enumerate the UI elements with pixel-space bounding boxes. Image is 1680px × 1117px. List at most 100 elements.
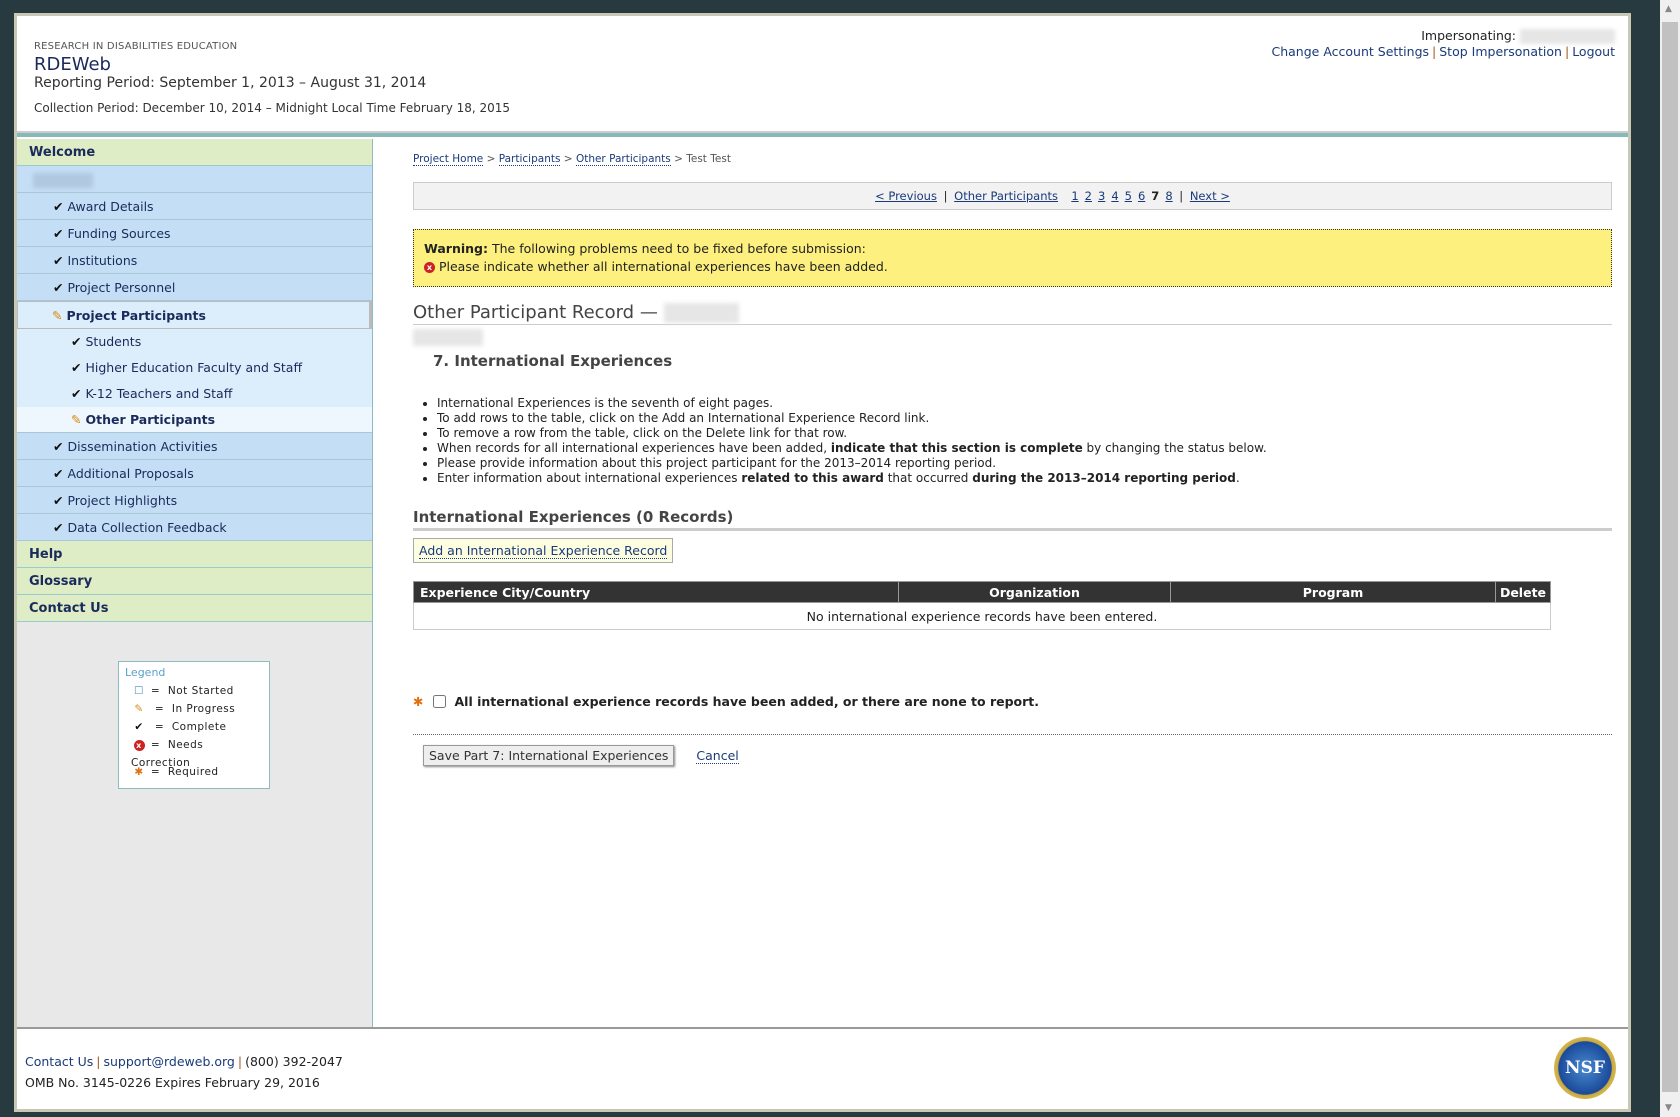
sidebar-item-institutions[interactable]: ✔ Institutions	[17, 247, 372, 274]
check-icon: ✔	[71, 386, 82, 401]
support-email-link[interactable]: support@rdeweb.org	[104, 1054, 235, 1069]
warning-box: Warning: The following problems need to …	[413, 229, 1612, 287]
pencil-icon: ✎	[52, 308, 63, 323]
check-icon: ✔	[53, 253, 64, 268]
main-content: Project Home > Participants > Other Part…	[373, 139, 1628, 1027]
instruction: Please provide information about this pr…	[437, 456, 1612, 471]
empty-message: No international experience records have…	[413, 602, 1551, 630]
save-button[interactable]: Save Part 7: International Experiences	[423, 745, 675, 766]
legend-item: ✔ = Complete	[125, 718, 263, 736]
column-header: Program	[1170, 581, 1496, 603]
nsf-logo: NSF	[1554, 1037, 1616, 1099]
sidebar-item-help[interactable]: Help	[17, 541, 372, 568]
sidebar-item-award[interactable]	[17, 166, 372, 193]
sidebar-item-glossary[interactable]: Glossary	[17, 568, 372, 595]
breadcrumb-project-home[interactable]: Project Home	[413, 153, 484, 166]
instructions-list: International Experiences is the seventh…	[437, 396, 1612, 486]
sidebar-item-k12[interactable]: ✔ K-12 Teachers and Staff	[17, 381, 372, 407]
required-icon: ✱	[134, 766, 144, 778]
previous-link[interactable]: < Previous	[875, 189, 937, 203]
page-link-6[interactable]: 6	[1138, 189, 1145, 203]
instruction: International Experiences is the seventh…	[437, 396, 1612, 411]
instruction: Enter information about international ex…	[437, 471, 1612, 486]
phone: (800) 392-2047	[245, 1054, 343, 1069]
sidebar-item-project-participants[interactable]: ✎ Project Participants	[17, 301, 372, 329]
pencil-icon: ✎	[134, 703, 144, 715]
next-link[interactable]: Next >	[1190, 189, 1230, 203]
breadcrumb-participants[interactable]: Participants	[498, 153, 561, 166]
legend-item: x = Needs Correction	[125, 736, 263, 769]
sidebar-item-project-personnel[interactable]: ✔ Project Personnel	[17, 274, 372, 301]
column-header: Experience City/Country	[413, 581, 899, 603]
logout-link[interactable]: Logout	[1572, 44, 1615, 59]
sidebar-item-funding-sources[interactable]: ✔ Funding Sources	[17, 220, 372, 247]
table-title: International Experiences (0 Records)	[413, 508, 1612, 531]
check-icon: ✔	[134, 721, 144, 733]
add-record-button[interactable]: Add an International Experience Record	[413, 538, 674, 563]
warning-label: Warning:	[424, 241, 488, 256]
check-icon: ✔	[53, 280, 64, 295]
browser-page: RESEARCH IN DISABILITIES EDUCATION RDEWe…	[14, 13, 1631, 1112]
sidebar-item-students[interactable]: ✔ Students	[17, 329, 372, 355]
header: RESEARCH IN DISABILITIES EDUCATION RDEWe…	[17, 16, 1628, 133]
check-icon: ✔	[53, 199, 64, 214]
section-link[interactable]: Other Participants	[954, 189, 1058, 203]
legend-item: ✱ = Required	[125, 763, 263, 781]
completion-confirm: ✱ All international experience records h…	[413, 694, 1612, 709]
complete-checkbox[interactable]	[433, 695, 447, 708]
impersonating-label: Impersonating:	[1421, 28, 1517, 43]
stop-impersonation-link[interactable]: Stop Impersonation	[1439, 44, 1562, 59]
sidebar-item-dissemination[interactable]: ✔ Dissemination Activities	[17, 433, 372, 460]
warning-item: Please indicate whether all internationa…	[438, 259, 888, 274]
section-title: 7. International Experiences	[433, 352, 673, 370]
sidebar-item-award-details[interactable]: ✔ Award Details	[17, 193, 372, 220]
sidebar-item-welcome[interactable]: Welcome	[17, 139, 372, 166]
page-link-8[interactable]: 8	[1165, 189, 1172, 203]
page-link-3[interactable]: 3	[1098, 189, 1105, 203]
page-current: 7	[1151, 189, 1160, 203]
experiences-table: Experience City/Country Organization Pro…	[413, 581, 1551, 630]
breadcrumb-other-participants[interactable]: Other Participants	[575, 153, 671, 166]
check-icon: ✔	[53, 520, 64, 535]
change-account-settings-link[interactable]: Change Account Settings	[1271, 44, 1429, 59]
sidebar-item-project-highlights[interactable]: ✔ Project Highlights	[17, 487, 372, 514]
check-icon: ✔	[53, 493, 64, 508]
breadcrumb: Project Home > Participants > Other Part…	[413, 153, 731, 166]
column-header: Delete	[1495, 581, 1551, 603]
page-link-2[interactable]: 2	[1085, 189, 1092, 203]
reporting-period: Reporting Period: September 1, 2013 – Au…	[34, 75, 427, 91]
page-link-5[interactable]: 5	[1125, 189, 1132, 203]
footer-contact-link[interactable]: Contact Us	[25, 1054, 93, 1069]
omb-notice: OMB No. 3145-0226 Expires February 29, 2…	[25, 1075, 320, 1090]
redacted-participant	[413, 329, 483, 346]
page-link-4[interactable]: 4	[1111, 189, 1118, 203]
instruction: When records for all international exper…	[437, 441, 1612, 456]
check-icon: ✔	[71, 334, 82, 349]
footer: Contact Us | support@rdeweb.org | (800) 392-…	[17, 1027, 1628, 1109]
sidebar-item-additional-proposals[interactable]: ✔ Additional Proposals	[17, 460, 372, 487]
required-icon: ✱	[413, 694, 424, 709]
sidebar-item-higher-ed[interactable]: ✔ Higher Education Faculty and Staff	[17, 355, 372, 381]
legend-item: ☐ = Not Started	[125, 682, 263, 700]
sidebar-item-other-participants[interactable]: ✎ Other Participants	[17, 407, 372, 433]
collection-period: Collection Period: December 10, 2014 – M…	[34, 101, 511, 115]
error-icon: x	[424, 262, 435, 273]
sidebar: Welcome ✔ Award Details ✔ Funding Sources …	[17, 139, 373, 1027]
check-icon: ✔	[71, 360, 82, 375]
redacted-name	[1520, 29, 1615, 44]
not-started-icon: ☐	[134, 685, 144, 697]
instruction: To add rows to the table, click on the A…	[437, 411, 1612, 426]
warning-text: The following problems need to be fixed …	[491, 241, 866, 256]
check-icon: ✔	[53, 439, 64, 454]
form-actions: Save Part 7: International Experiences C…	[413, 734, 1612, 776]
sidebar-item-data-collection-feedback[interactable]: ✔ Data Collection Feedback	[17, 514, 372, 541]
scrollbar-thumb[interactable]	[1662, 22, 1678, 1092]
sidebar-item-contact[interactable]: Contact Us	[17, 595, 372, 622]
scrollbar[interactable]: ▲ ▼	[1660, 0, 1680, 1117]
page-link-1[interactable]: 1	[1071, 189, 1078, 203]
column-header: Organization	[898, 581, 1171, 603]
pager: < Previous | Other Participants 12345678…	[413, 182, 1612, 210]
cancel-link[interactable]: Cancel	[696, 748, 739, 764]
legend-title: Legend	[125, 666, 166, 679]
pencil-icon: ✎	[71, 412, 82, 427]
